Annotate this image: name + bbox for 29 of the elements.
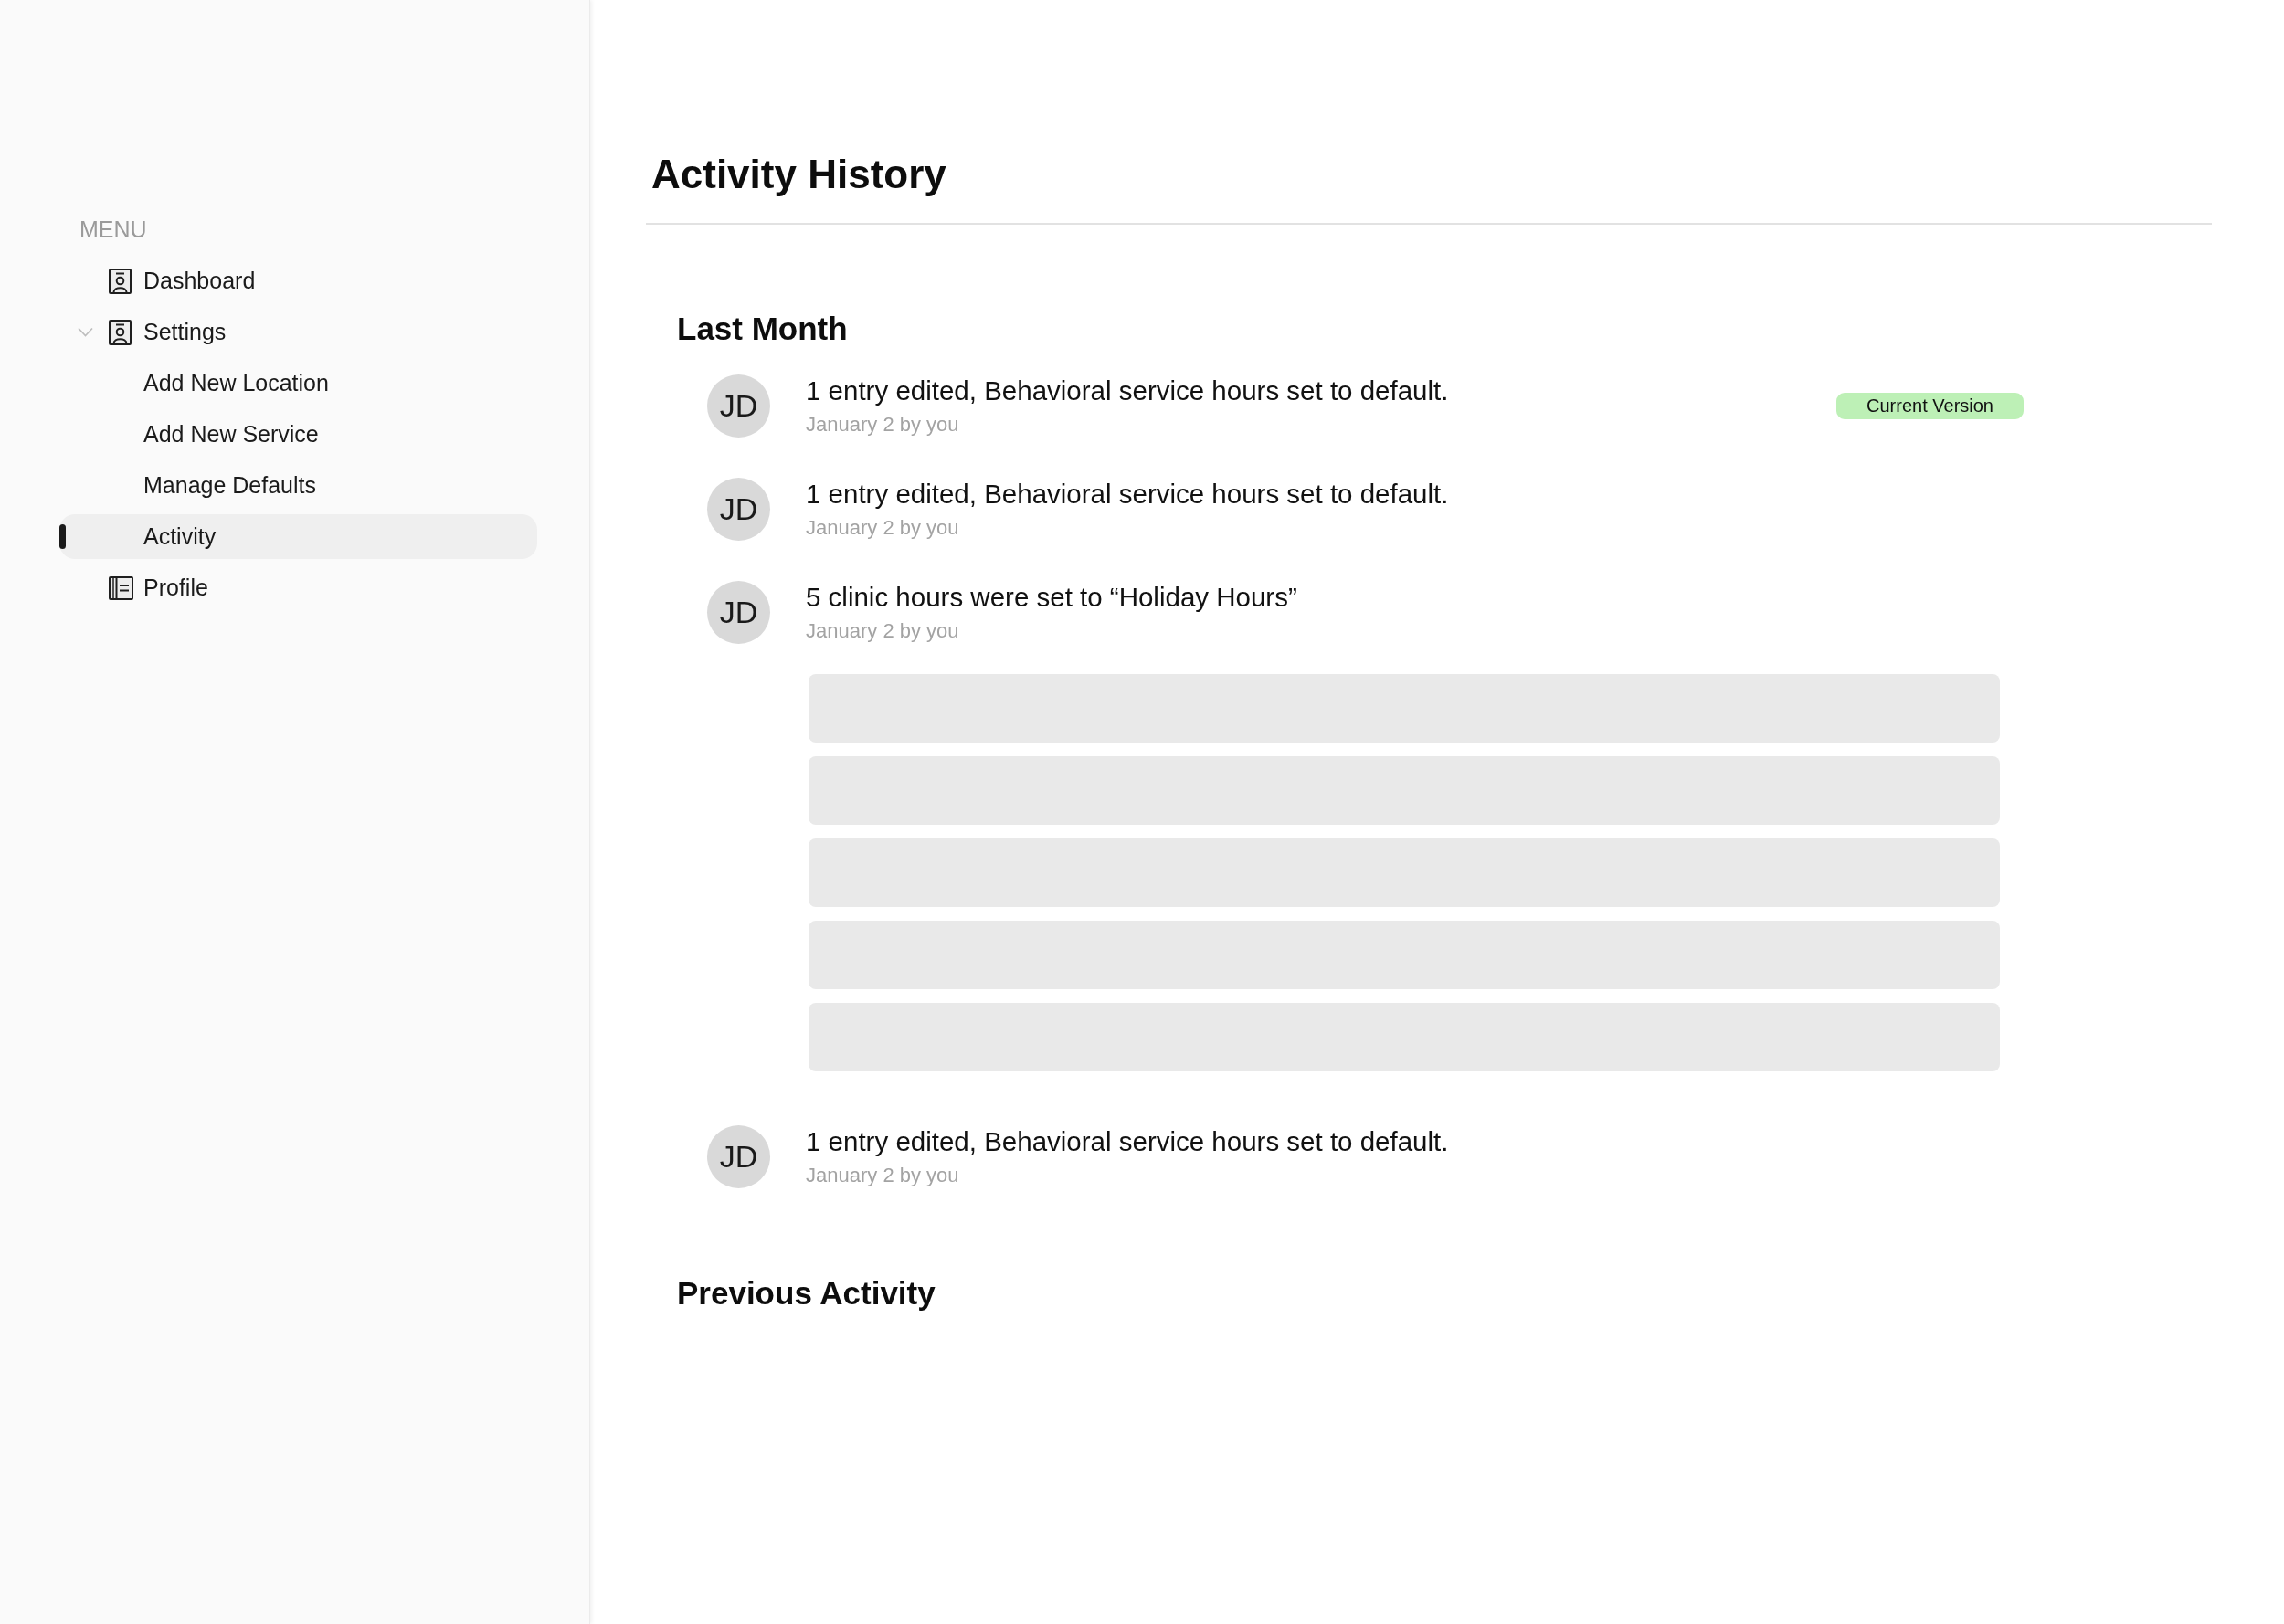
activity-meta: January 2 by you xyxy=(806,618,959,644)
avatar: JD xyxy=(707,1125,770,1188)
chevron-down-icon[interactable] xyxy=(78,327,93,337)
activity-meta: January 2 by you xyxy=(806,1163,959,1188)
menu-heading: MENU xyxy=(79,216,147,243)
version-tag: Current Version xyxy=(1836,393,2024,419)
nav-item[interactable]: Manage Defaults xyxy=(143,463,316,508)
section-heading: Last Month xyxy=(677,310,848,348)
nav-item[interactable]: Add New Location xyxy=(143,361,329,406)
nav-item[interactable]: Profile xyxy=(109,565,208,610)
nav-item[interactable]: Settings xyxy=(78,310,227,354)
activity-summary: 1 entry edited, Behavioral service hours set to default. xyxy=(806,478,1449,511)
avatar: JD xyxy=(707,581,770,644)
activity-meta: January 2 by you xyxy=(806,412,959,438)
section-heading: Previous Activity xyxy=(677,1274,936,1313)
id-card-icon xyxy=(109,319,132,345)
activity-summary: 1 entry edited, Behavioral service hours set to default. xyxy=(806,374,1449,407)
avatar: JD xyxy=(707,374,770,438)
nav-item[interactable]: Dashboard xyxy=(109,258,256,303)
activity-summary: 1 entry edited, Behavioral service hours set to default. xyxy=(806,1125,1449,1158)
page-title: Activity History xyxy=(651,151,946,198)
nav-item[interactable]: Add New Service xyxy=(143,412,319,457)
document-icon xyxy=(109,575,133,600)
nav-item[interactable]: Activity xyxy=(59,514,537,559)
activity-meta: January 2 by you xyxy=(806,515,959,541)
activity-summary: 5 clinic hours were set to “Holiday Hours” xyxy=(806,581,1297,614)
avatar: JD xyxy=(707,478,770,541)
id-card-icon xyxy=(109,268,132,294)
selection-indicator xyxy=(59,524,66,549)
